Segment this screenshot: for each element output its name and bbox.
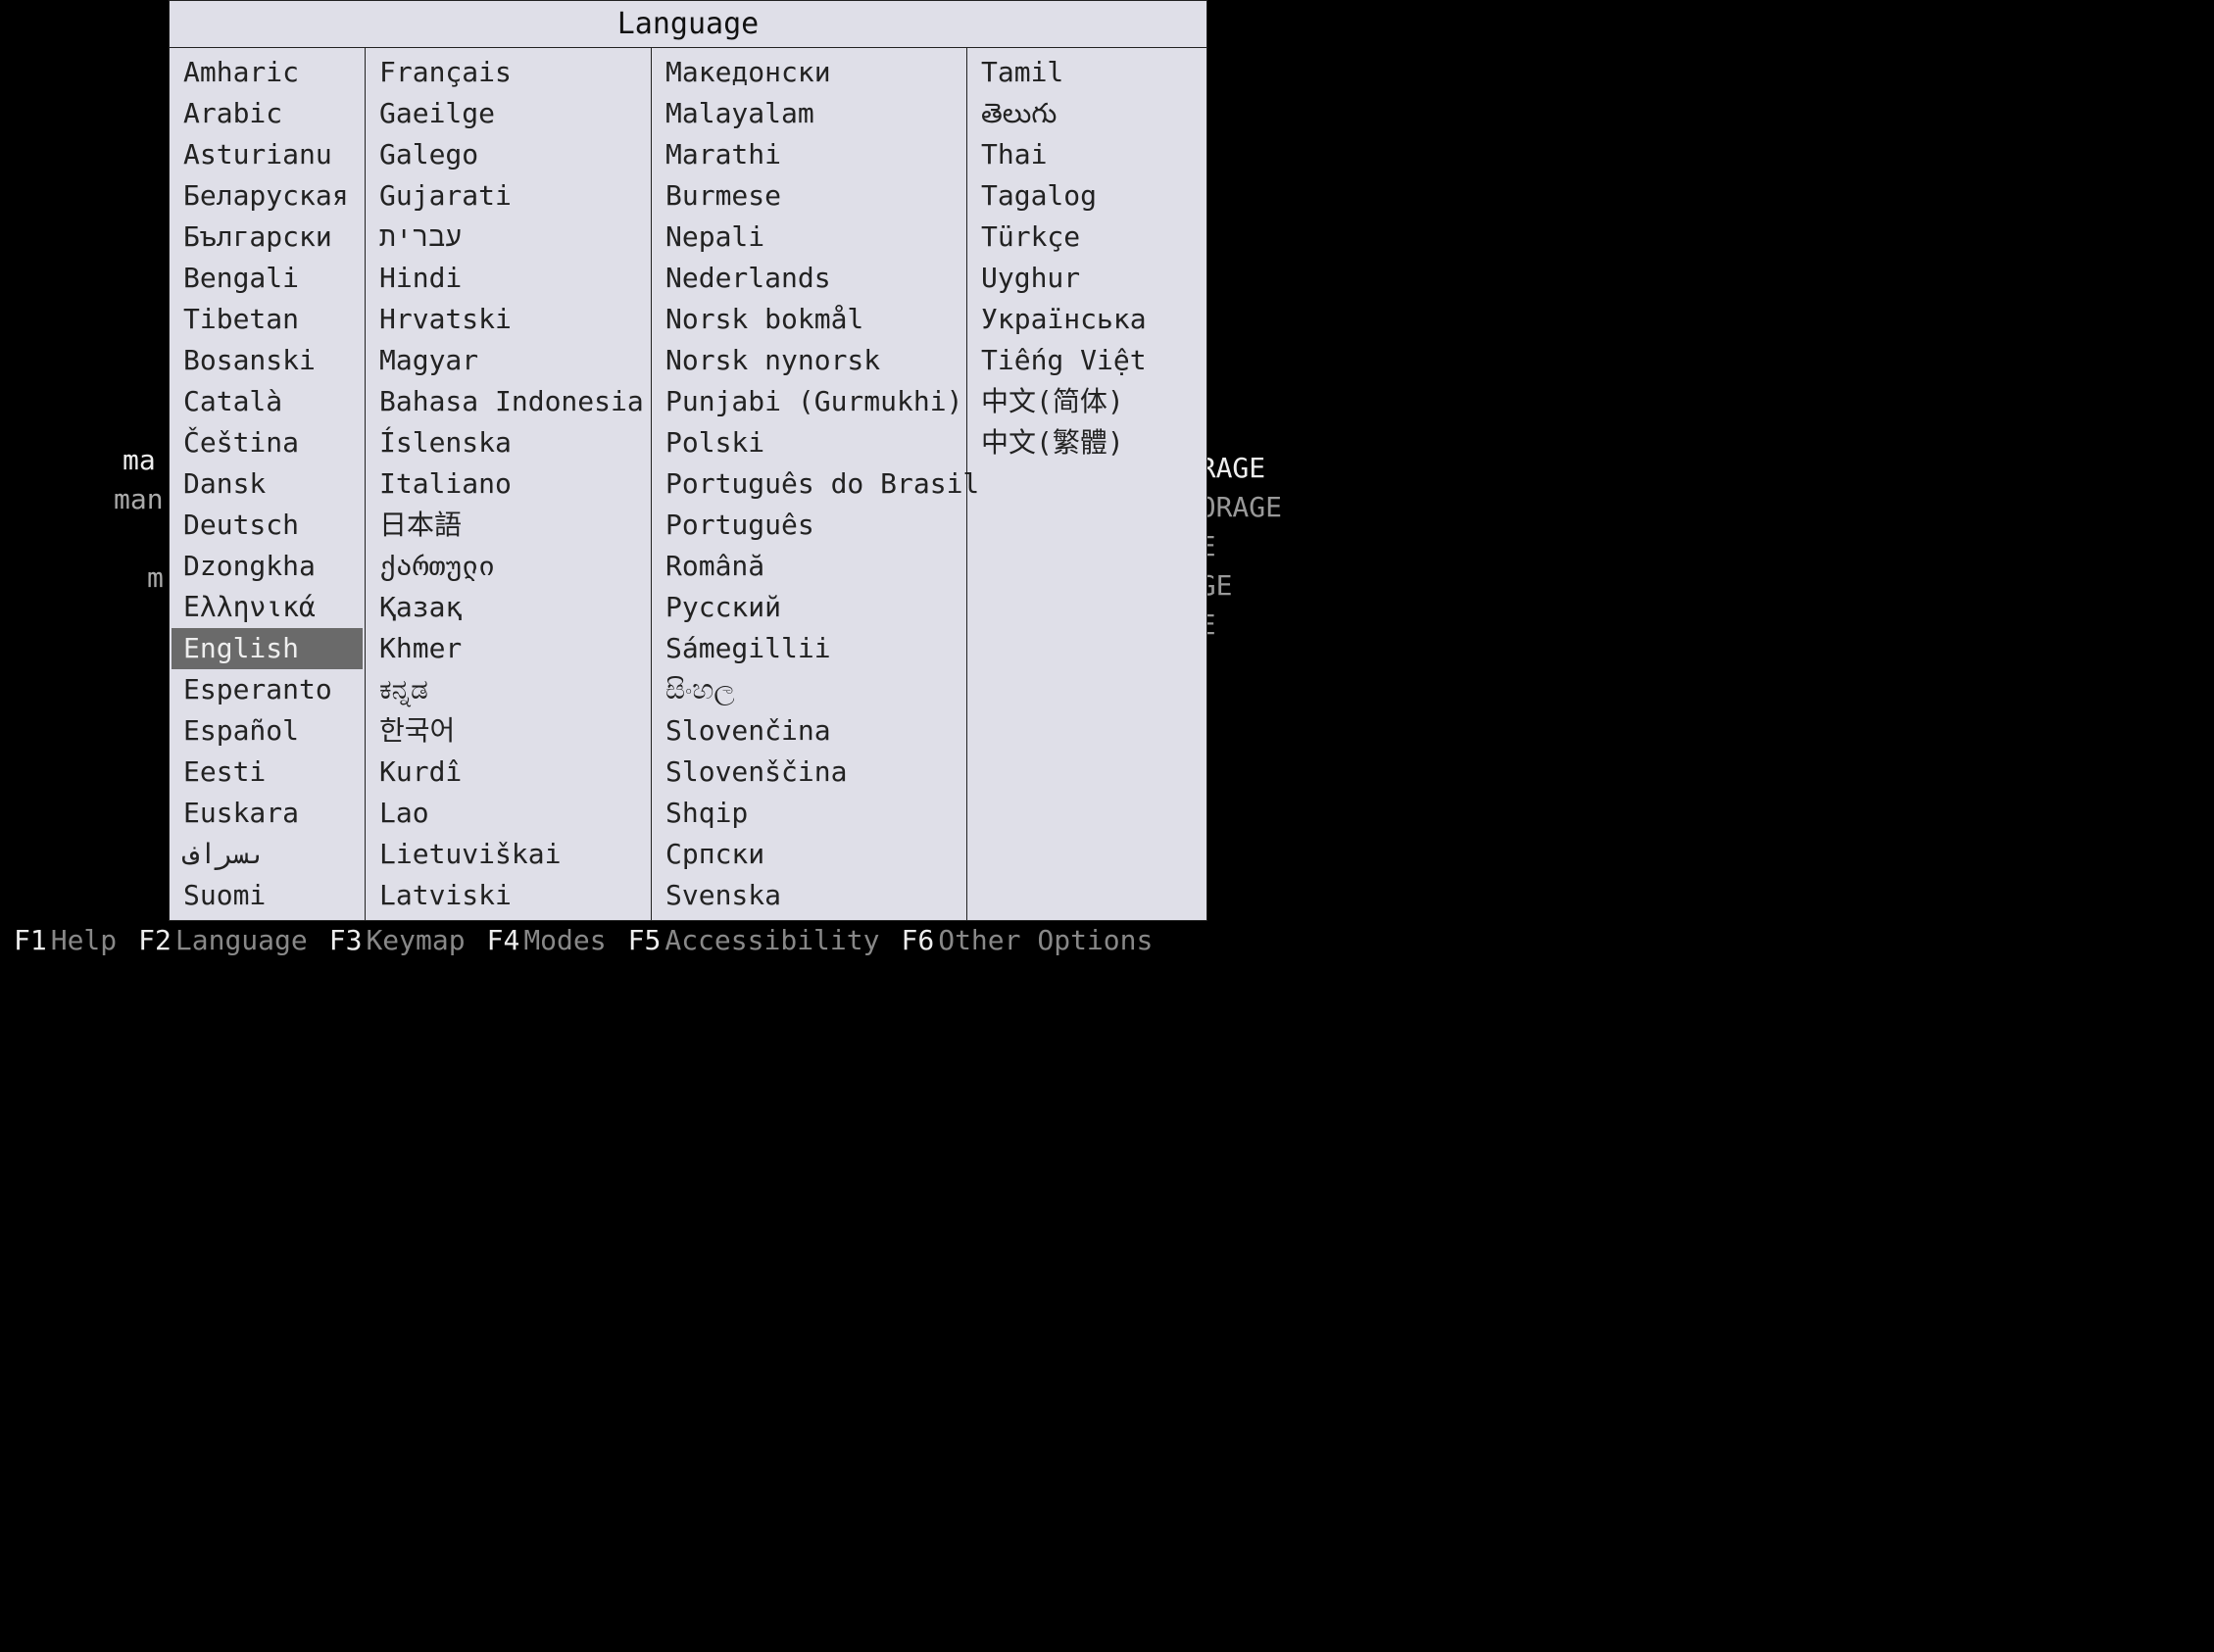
- language-option[interactable]: ქართული: [368, 546, 649, 587]
- language-option[interactable]: Norsk bokmål: [654, 299, 964, 340]
- language-option[interactable]: Norsk nynorsk: [654, 340, 964, 381]
- language-column-3: МакедонскиMalayalamMarathiBurmeseNepaliN…: [652, 48, 967, 920]
- function-key[interactable]: F2: [138, 924, 172, 956]
- language-option[interactable]: Català: [172, 381, 363, 422]
- language-columns: AmharicArabicAsturianuБеларускаяБългарск…: [170, 48, 1206, 920]
- language-option[interactable]: Bahasa Indonesia: [368, 381, 649, 422]
- language-option[interactable]: 日本語: [368, 505, 649, 546]
- language-option[interactable]: Kurdî: [368, 752, 649, 793]
- language-option[interactable]: Dansk: [172, 463, 363, 505]
- language-option[interactable]: Български: [172, 217, 363, 258]
- language-option[interactable]: Tiếng Việt: [969, 340, 1203, 381]
- language-option[interactable]: Lao: [368, 793, 649, 834]
- language-option[interactable]: English: [172, 628, 363, 669]
- language-option[interactable]: Slovenščina: [654, 752, 964, 793]
- language-option[interactable]: Lietuviškai: [368, 834, 649, 875]
- language-option[interactable]: Bosanski: [172, 340, 363, 381]
- language-option[interactable]: Tibetan: [172, 299, 363, 340]
- language-option[interactable]: Esperanto: [172, 669, 363, 710]
- language-option[interactable]: עברית: [368, 217, 649, 258]
- language-option[interactable]: Marathi: [654, 134, 964, 175]
- language-option[interactable]: Khmer: [368, 628, 649, 669]
- language-option[interactable]: Latviski: [368, 875, 649, 916]
- window-title: Language: [170, 1, 1206, 48]
- language-option[interactable]: Euskara: [172, 793, 363, 834]
- language-option[interactable]: Polski: [654, 422, 964, 463]
- language-option[interactable]: Arabic: [172, 93, 363, 134]
- language-option[interactable]: Slovenčina: [654, 710, 964, 752]
- language-option[interactable]: Uyghur: [969, 258, 1203, 299]
- language-option[interactable]: Deutsch: [172, 505, 363, 546]
- function-key-label: Accessibility: [664, 924, 879, 956]
- language-option[interactable]: 한국어: [368, 710, 649, 752]
- language-option[interactable]: Čeština: [172, 422, 363, 463]
- function-key[interactable]: F4: [487, 924, 520, 956]
- language-option[interactable]: Беларуская: [172, 175, 363, 217]
- language-option[interactable]: 中文(繁體): [969, 422, 1203, 463]
- language-option[interactable]: Italiano: [368, 463, 649, 505]
- language-option[interactable]: Sámegillii: [654, 628, 964, 669]
- language-option[interactable]: Português do Brasil: [654, 463, 964, 505]
- language-column-1: AmharicArabicAsturianuБеларускаяБългарск…: [170, 48, 366, 920]
- language-option[interactable]: Svenska: [654, 875, 964, 916]
- language-option[interactable]: Magyar: [368, 340, 649, 381]
- language-option[interactable]: Română: [654, 546, 964, 587]
- function-key[interactable]: F3: [329, 924, 363, 956]
- language-option[interactable]: Malayalam: [654, 93, 964, 134]
- language-option[interactable]: Português: [654, 505, 964, 546]
- language-option[interactable]: Gujarati: [368, 175, 649, 217]
- background-text-left-3: m: [147, 559, 164, 598]
- language-option[interactable]: Español: [172, 710, 363, 752]
- language-option[interactable]: Hindi: [368, 258, 649, 299]
- language-option[interactable]: Thai: [969, 134, 1203, 175]
- function-key-label: Language: [175, 924, 308, 956]
- function-key[interactable]: F6: [902, 924, 935, 956]
- language-option[interactable]: Українська: [969, 299, 1203, 340]
- language-column-4: TamilతెలుగుThaiTagalogTürkçeUyghurУкраїн…: [967, 48, 1205, 920]
- language-option[interactable]: Íslenska: [368, 422, 649, 463]
- language-option[interactable]: Tamil: [969, 52, 1203, 93]
- language-option[interactable]: Nepali: [654, 217, 964, 258]
- function-key-label: Help: [51, 924, 117, 956]
- language-option[interactable]: Hrvatski: [368, 299, 649, 340]
- language-option[interactable]: Punjabi (Gurmukhi): [654, 381, 964, 422]
- language-option[interactable]: Ελληνικά: [172, 587, 363, 628]
- language-option[interactable]: తెలుగు: [969, 93, 1203, 134]
- language-option[interactable]: ಕನ್ನಡ: [368, 669, 649, 710]
- function-key-bar: F1Help F2Language F3Keymap F4Modes F5Accessi…: [14, 924, 1282, 956]
- language-option[interactable]: 中文(简体): [969, 381, 1203, 422]
- function-key-label: Keymap: [366, 924, 465, 956]
- language-option[interactable]: Amharic: [172, 52, 363, 93]
- language-option[interactable]: Русский: [654, 587, 964, 628]
- language-option[interactable]: Bengali: [172, 258, 363, 299]
- language-option[interactable]: Nederlands: [654, 258, 964, 299]
- language-option[interactable]: Shqip: [654, 793, 964, 834]
- language-column-2: FrançaisGaeilgeGalegoGujaratiעבריתHindiH…: [366, 48, 652, 920]
- language-option[interactable]: Српски: [654, 834, 964, 875]
- language-option[interactable]: Eesti: [172, 752, 363, 793]
- function-key-label: Modes: [523, 924, 606, 956]
- language-option[interactable]: Français: [368, 52, 649, 93]
- language-option[interactable]: Galego: [368, 134, 649, 175]
- language-option[interactable]: Burmese: [654, 175, 964, 217]
- language-option[interactable]: සිංහල: [654, 669, 964, 710]
- language-option[interactable]: Türkçe: [969, 217, 1203, 258]
- language-option[interactable]: Suomi: [172, 875, 363, 916]
- background-text-left-1: ma: [123, 441, 156, 480]
- language-option[interactable]: ىسراف: [172, 834, 363, 875]
- language-option[interactable]: Македонски: [654, 52, 964, 93]
- language-option[interactable]: Қазақ: [368, 587, 649, 628]
- language-option[interactable]: Tagalog: [969, 175, 1203, 217]
- function-key-label: Other Options: [938, 924, 1153, 956]
- language-option[interactable]: Asturianu: [172, 134, 363, 175]
- function-key[interactable]: F5: [628, 924, 662, 956]
- language-option[interactable]: Dzongkha: [172, 546, 363, 587]
- function-key[interactable]: F1: [14, 924, 47, 956]
- background-text-left-2: man: [114, 480, 164, 519]
- language-selection-window: Language AmharicArabicAsturianuБеларуска…: [169, 0, 1207, 921]
- language-option[interactable]: Gaeilge: [368, 93, 649, 134]
